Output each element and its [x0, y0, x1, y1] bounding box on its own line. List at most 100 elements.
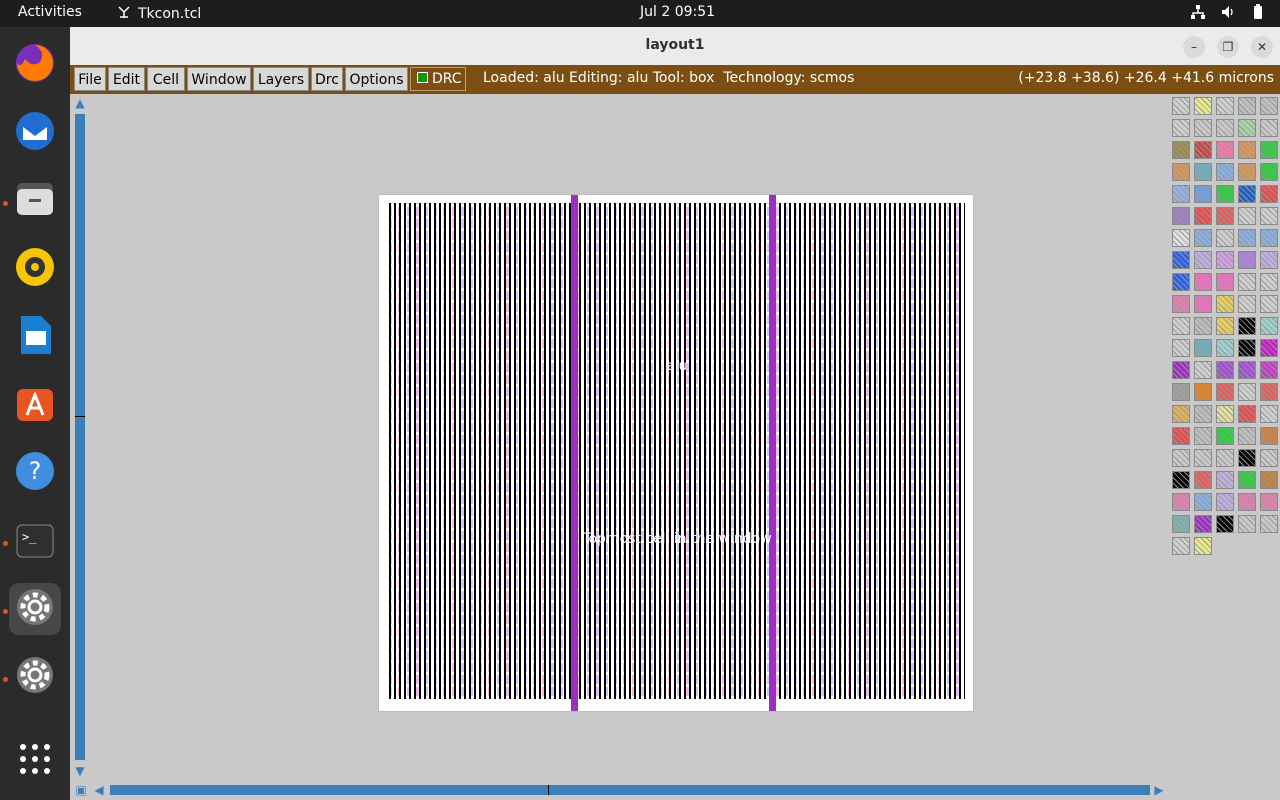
layer-swatch[interactable] — [1260, 317, 1278, 335]
horizontal-scrollbar[interactable]: ▣ ◀ ▶ — [72, 781, 1170, 799]
layer-swatch[interactable] — [1172, 295, 1190, 313]
layer-swatch[interactable] — [1172, 185, 1190, 203]
activities-button[interactable]: Activities — [18, 4, 82, 20]
scroll-right-icon[interactable]: ▶ — [1152, 783, 1166, 797]
layer-swatch[interactable] — [1216, 207, 1234, 225]
layer-swatch[interactable] — [1260, 229, 1278, 247]
layer-swatch[interactable] — [1216, 427, 1234, 445]
layer-swatch[interactable] — [1260, 185, 1278, 203]
layer-swatch[interactable] — [1216, 273, 1234, 291]
layer-swatch[interactable] — [1172, 317, 1190, 335]
dock-app-center[interactable] — [9, 379, 61, 431]
layer-swatch[interactable] — [1216, 471, 1234, 489]
window-titlebar[interactable]: layout1 – ❐ ✕ — [70, 27, 1280, 66]
layer-swatch[interactable] — [1216, 163, 1234, 181]
menu-cell[interactable]: Cell — [147, 67, 185, 91]
layer-swatch[interactable] — [1194, 185, 1212, 203]
layer-swatch[interactable] — [1194, 449, 1212, 467]
close-button[interactable]: ✕ — [1251, 36, 1273, 58]
layer-swatch[interactable] — [1260, 449, 1278, 467]
layer-swatch[interactable] — [1194, 383, 1212, 401]
clock[interactable]: Jul 2 09:51 — [640, 4, 715, 20]
dock-settings-2[interactable] — [9, 651, 61, 703]
layer-swatch[interactable] — [1194, 119, 1212, 137]
menu-edit[interactable]: Edit — [108, 67, 145, 91]
layer-swatch[interactable] — [1194, 427, 1212, 445]
layer-swatch[interactable] — [1238, 471, 1256, 489]
layer-swatch[interactable] — [1194, 97, 1212, 115]
dock-files[interactable] — [9, 175, 61, 227]
layer-swatch[interactable] — [1238, 97, 1256, 115]
layer-swatch[interactable] — [1194, 229, 1212, 247]
layer-swatch[interactable] — [1238, 163, 1256, 181]
layer-swatch[interactable] — [1260, 119, 1278, 137]
app-menu[interactable]: Tkcon.tcl — [116, 4, 201, 24]
layer-swatch[interactable] — [1172, 383, 1190, 401]
layer-swatch[interactable] — [1216, 515, 1234, 533]
layer-swatch[interactable] — [1238, 317, 1256, 335]
layer-swatch[interactable] — [1260, 339, 1278, 357]
menu-layers[interactable]: Layers — [253, 67, 309, 91]
layer-swatch[interactable] — [1238, 273, 1256, 291]
layer-swatch[interactable] — [1260, 361, 1278, 379]
layer-swatch[interactable] — [1260, 273, 1278, 291]
layer-swatch[interactable] — [1260, 251, 1278, 269]
layer-swatch[interactable] — [1194, 493, 1212, 511]
layer-swatch[interactable] — [1194, 361, 1212, 379]
layer-swatch[interactable] — [1216, 493, 1234, 511]
layer-swatch[interactable] — [1260, 515, 1278, 533]
layer-swatch[interactable] — [1172, 339, 1190, 357]
horizontal-scroll-track[interactable] — [110, 785, 1150, 795]
layer-swatch[interactable] — [1172, 449, 1190, 467]
layer-swatch[interactable] — [1194, 295, 1212, 313]
layer-swatch[interactable] — [1238, 339, 1256, 357]
zoom-box-icon[interactable]: ▣ — [74, 783, 88, 797]
layer-swatch[interactable] — [1216, 185, 1234, 203]
layer-swatch[interactable] — [1172, 537, 1190, 555]
layer-swatch[interactable] — [1172, 405, 1190, 423]
layer-swatch[interactable] — [1216, 229, 1234, 247]
layer-swatch[interactable] — [1172, 493, 1190, 511]
layer-swatch[interactable] — [1172, 427, 1190, 445]
layer-swatch[interactable] — [1216, 405, 1234, 423]
scroll-left-icon[interactable]: ◀ — [92, 783, 106, 797]
vertical-scrollbar[interactable]: ▲ ▼ — [72, 96, 88, 778]
layer-swatch[interactable] — [1172, 471, 1190, 489]
layer-swatch[interactable] — [1238, 119, 1256, 137]
layer-swatch[interactable] — [1216, 383, 1234, 401]
layer-swatch[interactable] — [1260, 471, 1278, 489]
layer-swatch[interactable] — [1216, 317, 1234, 335]
dock-show-apps[interactable] — [9, 735, 61, 787]
layer-swatch[interactable] — [1172, 251, 1190, 269]
layer-swatch[interactable] — [1260, 493, 1278, 511]
menu-window[interactable]: Window — [187, 67, 251, 91]
layer-swatch[interactable] — [1238, 229, 1256, 247]
layer-swatch[interactable] — [1238, 493, 1256, 511]
layer-swatch[interactable] — [1260, 163, 1278, 181]
layer-swatch[interactable] — [1172, 207, 1190, 225]
dock-thunderbird[interactable] — [9, 107, 61, 159]
layer-swatch[interactable] — [1260, 97, 1278, 115]
layer-swatch[interactable] — [1216, 361, 1234, 379]
menu-options[interactable]: Options — [345, 67, 408, 91]
layer-swatch[interactable] — [1238, 383, 1256, 401]
layer-swatch[interactable] — [1194, 251, 1212, 269]
maximize-button[interactable]: ❐ — [1217, 36, 1239, 58]
system-tray[interactable] — [1190, 4, 1266, 24]
layer-swatch[interactable] — [1194, 207, 1212, 225]
layer-swatch[interactable] — [1172, 97, 1190, 115]
layer-swatch[interactable] — [1238, 141, 1256, 159]
layer-swatch[interactable] — [1194, 537, 1212, 555]
layer-swatch[interactable] — [1260, 383, 1278, 401]
layer-swatch[interactable] — [1172, 119, 1190, 137]
layer-swatch[interactable] — [1172, 273, 1190, 291]
menu-file[interactable]: File — [74, 67, 106, 91]
layer-swatch[interactable] — [1260, 141, 1278, 159]
layer-swatch[interactable] — [1238, 207, 1256, 225]
layer-swatch[interactable] — [1260, 295, 1278, 313]
layer-swatch[interactable] — [1216, 119, 1234, 137]
layer-swatch[interactable] — [1216, 449, 1234, 467]
layer-swatch[interactable] — [1238, 361, 1256, 379]
layer-swatch[interactable] — [1172, 141, 1190, 159]
drc-indicator-button[interactable]: DRC — [410, 67, 466, 91]
